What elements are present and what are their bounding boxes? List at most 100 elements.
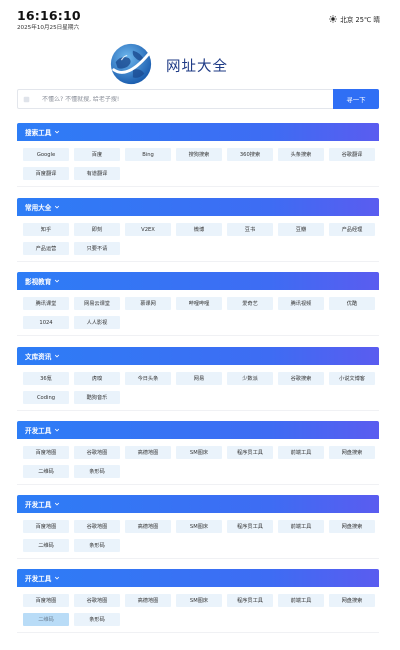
link-chip[interactable]: 优酷: [329, 297, 375, 310]
search-button[interactable]: 寻一下: [333, 89, 379, 109]
link-chip[interactable]: 前端工具: [278, 594, 324, 607]
link-chip[interactable]: 豆瓣: [278, 223, 324, 236]
clock-date: 2025年10月25日星期六: [17, 25, 80, 31]
category-links: 36氪 虎嗅 今日头条 网易 少数派 谷歌搜索 小说文博客 Coding 酷狗音乐: [17, 365, 379, 411]
chevron-down-icon: [55, 279, 60, 283]
link-chip[interactable]: 谷歌地图: [74, 446, 120, 459]
category-links: 百度地图 谷歌地图 高德地图 SM图床 程序员工具 前端工具 网盘搜索二维码 条形码: [17, 439, 379, 485]
category-links: Google 百度 Bing 搜狗搜索 360搜索 头条搜索 谷歌翻译百度翻译 有道翻译: [17, 141, 379, 187]
link-chip[interactable]: 今日头条: [125, 372, 171, 385]
link-chip[interactable]: 慕课网: [125, 297, 171, 310]
link-chip[interactable]: 二维码: [23, 613, 69, 626]
link-chip[interactable]: 程序员工具: [227, 520, 273, 533]
link-chip[interactable]: 百度地图: [23, 520, 69, 533]
link-chip[interactable]: 谷歌搜索: [278, 372, 324, 385]
category-header[interactable]: 开发工具: [17, 495, 379, 513]
link-chip[interactable]: SM图床: [176, 594, 222, 607]
link-chip[interactable]: 小说文博客: [329, 372, 375, 385]
search-engine-icon[interactable]: [23, 96, 30, 103]
link-chip[interactable]: 前端工具: [278, 520, 324, 533]
category-header[interactable]: 开发工具: [17, 421, 379, 439]
link-chip[interactable]: 知乎: [23, 223, 69, 236]
link-chip[interactable]: 百度翻译: [23, 167, 69, 180]
link-chip[interactable]: 搜狗搜索: [176, 148, 222, 161]
link-chip[interactable]: 产品运营: [23, 242, 69, 255]
link-chip[interactable]: V2EX: [125, 223, 171, 236]
category-title: 文库资讯: [25, 353, 52, 361]
link-chip[interactable]: 谷歌地图: [74, 594, 120, 607]
link-chip[interactable]: Coding: [23, 391, 69, 404]
link-chip[interactable]: 产品经理: [329, 223, 375, 236]
link-chip[interactable]: 即刻: [74, 223, 120, 236]
link-chip[interactable]: 条形码: [74, 613, 120, 626]
chevron-down-icon: [55, 130, 60, 134]
category-header[interactable]: 文库资讯: [17, 347, 379, 365]
weather-text: 北京 25℃ 晴: [340, 16, 380, 24]
link-chip[interactable]: 1024: [23, 316, 69, 329]
link-chip[interactable]: 网盘搜索: [329, 520, 375, 533]
category-section: 常用大全知乎 即刻 V2EX 微博 豆书 豆瓣 产品经理产品运营 只要不请: [17, 198, 379, 262]
category-header[interactable]: 常用大全: [17, 198, 379, 216]
search-bar: 寻一下: [17, 89, 379, 109]
category-links: 知乎 即刻 V2EX 微博 豆书 豆瓣 产品经理产品运营 只要不请: [17, 216, 379, 262]
category-title: 开发工具: [25, 501, 52, 509]
link-chip[interactable]: 百度: [74, 148, 120, 161]
link-chip[interactable]: 高德地图: [125, 520, 171, 533]
chevron-down-icon: [55, 576, 60, 580]
category-header[interactable]: 开发工具: [17, 569, 379, 587]
link-chip[interactable]: 条形码: [74, 539, 120, 552]
clock-time: 16:16:10: [17, 8, 81, 23]
link-chip[interactable]: 网易: [176, 372, 222, 385]
link-chip[interactable]: 网盘搜索: [329, 446, 375, 459]
link-chip[interactable]: 头条搜索: [278, 148, 324, 161]
site-title: 网址大全: [166, 59, 228, 75]
link-chip[interactable]: 少数派: [227, 372, 273, 385]
link-chip[interactable]: 36氪: [23, 372, 69, 385]
link-chip[interactable]: 豆书: [227, 223, 273, 236]
link-chip[interactable]: Google: [23, 148, 69, 161]
link-chip[interactable]: 网盘搜索: [329, 594, 375, 607]
search-input[interactable]: [42, 95, 363, 103]
link-chip[interactable]: 二维码: [23, 539, 69, 552]
link-chip[interactable]: 高德地图: [125, 594, 171, 607]
link-chip[interactable]: 人人影视: [74, 316, 120, 329]
category-section: 开发工具百度地图 谷歌地图 高德地图 SM图床 程序员工具 前端工具 网盘搜索二维码 条形码: [17, 569, 379, 633]
link-chip[interactable]: 腾讯视频: [278, 297, 324, 310]
link-chip[interactable]: SM图床: [176, 520, 222, 533]
link-chip[interactable]: 腾讯课堂: [23, 297, 69, 310]
link-chip[interactable]: Bing: [125, 148, 171, 161]
link-chip[interactable]: 虎嗅: [74, 372, 120, 385]
link-chip[interactable]: 百度地图: [23, 594, 69, 607]
link-chip[interactable]: 网易云课堂: [74, 297, 120, 310]
category-title: 开发工具: [25, 427, 52, 435]
category-section: 搜索工具 Google 百度 Bing 搜狗搜索 360搜索 头条搜索 谷歌翻译百度翻译 有道翻…: [17, 123, 379, 187]
link-chip[interactable]: 360搜索: [227, 148, 273, 161]
link-chip[interactable]: 只要不请: [74, 242, 120, 255]
link-chip[interactable]: 二维码: [23, 465, 69, 478]
chevron-down-icon: [55, 205, 60, 209]
link-chip[interactable]: 高德地图: [125, 446, 171, 459]
link-chip[interactable]: SM图床: [176, 446, 222, 459]
link-chip[interactable]: 谷歌地图: [74, 520, 120, 533]
link-chip[interactable]: 百度地图: [23, 446, 69, 459]
link-chip[interactable]: 酷狗音乐: [74, 391, 120, 404]
link-chip[interactable]: 程序员工具: [227, 446, 273, 459]
link-chip[interactable]: 条形码: [74, 465, 120, 478]
chevron-down-icon: [55, 354, 60, 358]
globe-logo[interactable]: [108, 41, 154, 87]
category-links: 百度地图 谷歌地图 高德地图 SM图床 程序员工具 前端工具 网盘搜索二维码 条形码: [17, 513, 379, 559]
link-chip[interactable]: 哔哩哔哩: [176, 297, 222, 310]
link-chip[interactable]: 程序员工具: [227, 594, 273, 607]
category-header[interactable]: 影视教育: [17, 272, 379, 290]
category-title: 开发工具: [25, 575, 52, 583]
category-header[interactable]: 搜索工具: [17, 123, 379, 141]
sun-icon: [329, 15, 337, 23]
link-chip[interactable]: 有道翻译: [74, 167, 120, 180]
category-title: 影视教育: [25, 278, 52, 286]
link-chip[interactable]: 前端工具: [278, 446, 324, 459]
link-chip[interactable]: 谷歌翻译: [329, 148, 375, 161]
link-chip[interactable]: 微博: [176, 223, 222, 236]
link-chip[interactable]: 爱奇艺: [227, 297, 273, 310]
weather-widget[interactable]: 北京 25℃ 晴: [329, 14, 380, 24]
category-links: 百度地图 谷歌地图 高德地图 SM图床 程序员工具 前端工具 网盘搜索二维码 条形码: [17, 587, 379, 633]
